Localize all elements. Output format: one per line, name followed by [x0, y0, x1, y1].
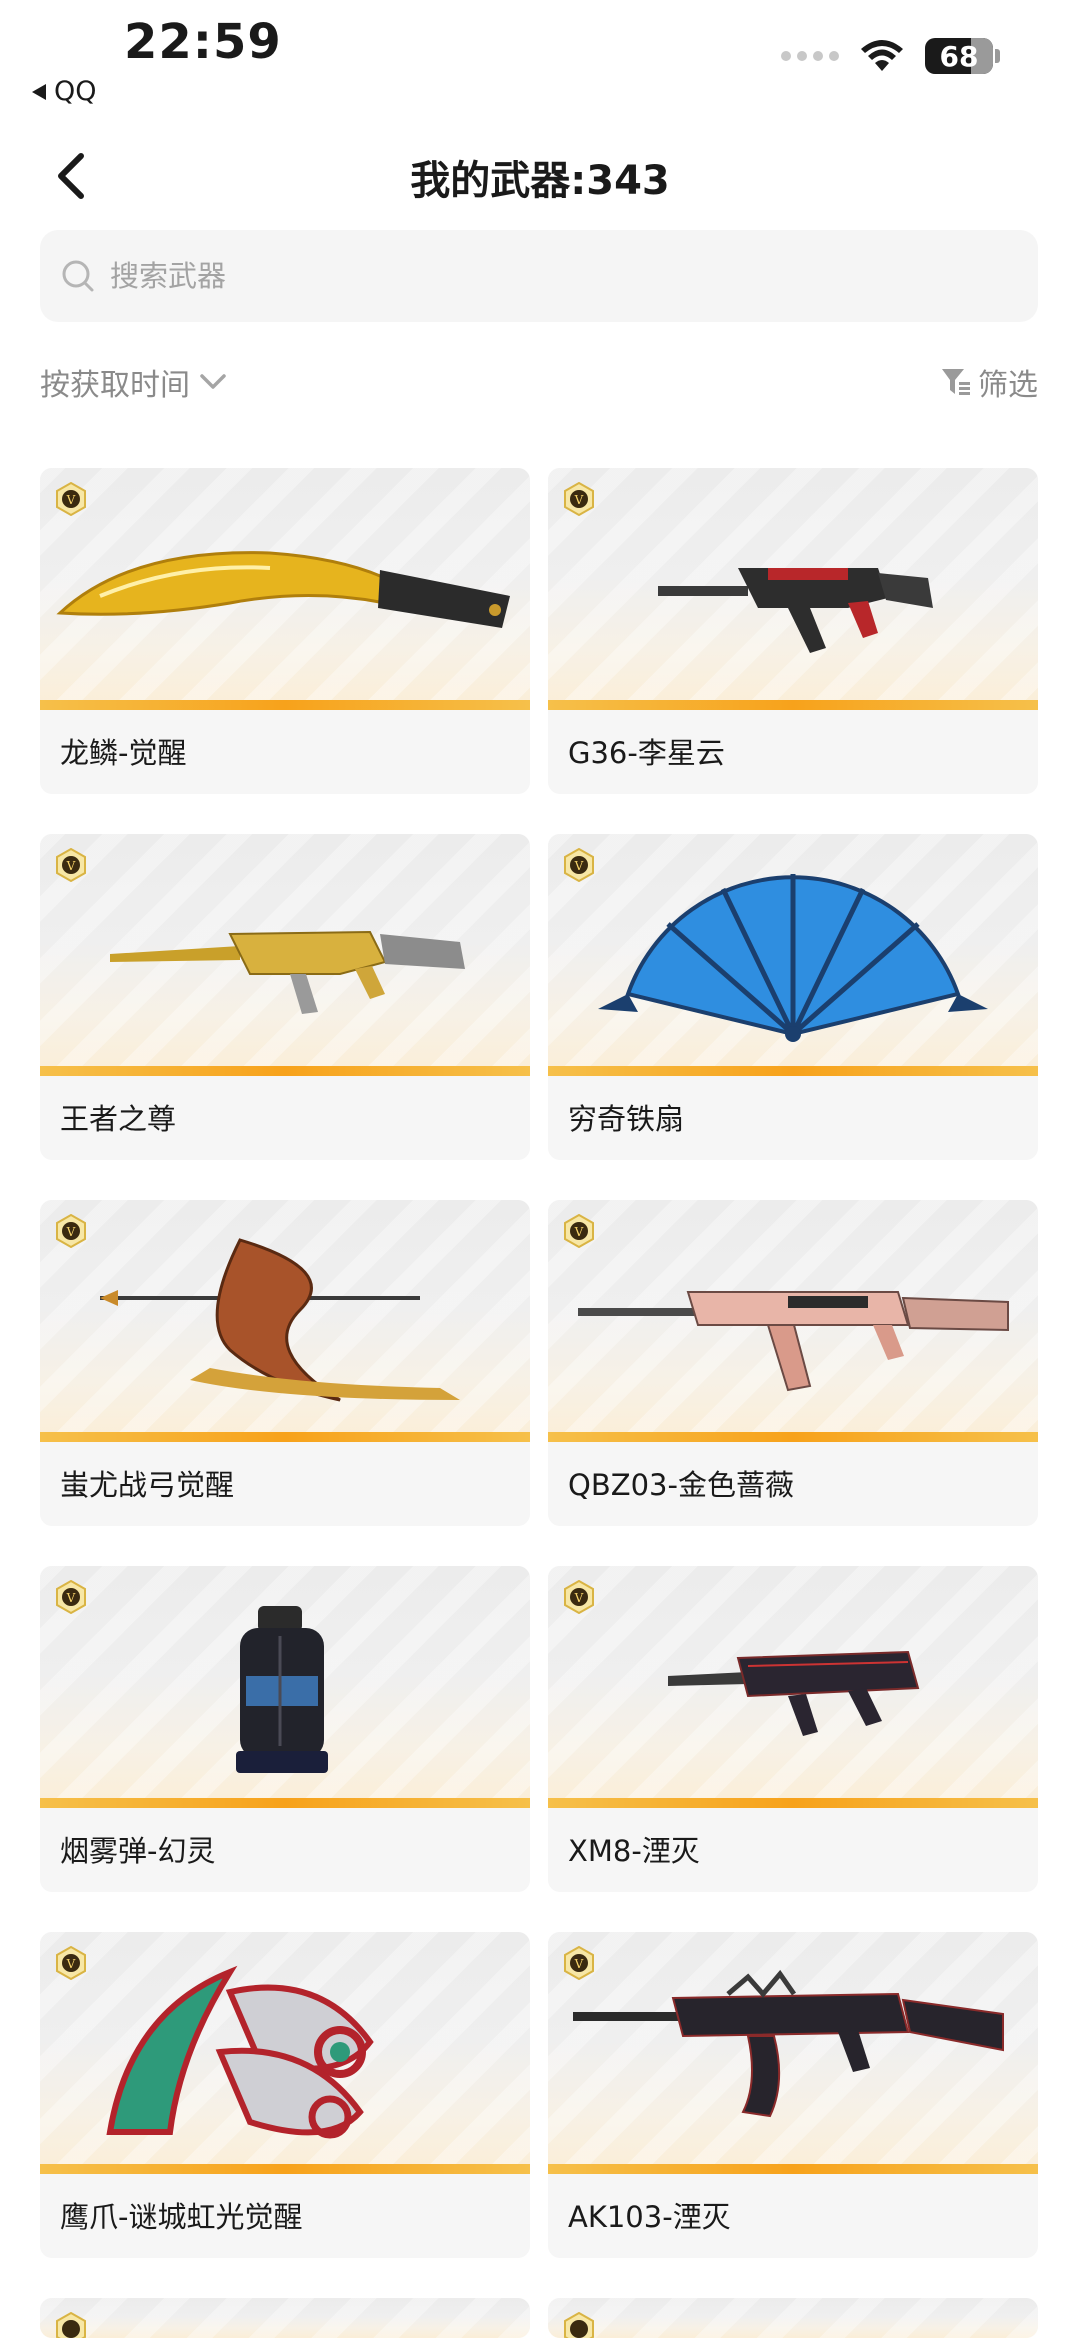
rifle-icon [668, 1650, 920, 1736]
search-box[interactable] [40, 230, 1038, 322]
weapon-card-partial[interactable] [40, 2298, 530, 2338]
battery-nub [995, 49, 1000, 63]
weapon-image [40, 2298, 530, 2338]
weapon-image: V [40, 834, 530, 1076]
weapon-image: V [548, 468, 1038, 710]
weapon-card[interactable]: V 鹰爪-谜城虹光觉醒 [40, 1932, 530, 2258]
v-badge-icon [564, 2312, 594, 2338]
card-accent-stripe [40, 1066, 530, 1076]
weapon-image: V [40, 1200, 530, 1442]
weapon-image: V [548, 1200, 1038, 1442]
svg-text:V: V [66, 493, 76, 507]
v-badge-icon: V [56, 1214, 86, 1248]
card-accent-stripe [40, 2164, 530, 2174]
v-badge-icon: V [564, 1946, 594, 1980]
weapon-card[interactable]: V G36-李星云 [548, 468, 1038, 794]
golden-kukri-icon [56, 551, 510, 628]
card-accent-stripe [548, 2164, 1038, 2174]
fan-icon [598, 874, 988, 1042]
v-badge-icon: V [564, 482, 594, 516]
weapon-card[interactable]: V QBZ03-金色蔷薇 [548, 1200, 1038, 1526]
rifle-icon [658, 568, 933, 653]
weapon-image [548, 2298, 1038, 2338]
nav-bar: 我的武器:343 [0, 130, 1080, 220]
weapon-card[interactable]: V 穷奇铁扇 [548, 834, 1038, 1160]
card-accent-stripe [548, 1798, 1038, 1808]
v-badge-icon: V [56, 848, 86, 882]
back-to-app-link[interactable]: QQ [32, 76, 97, 107]
weapon-name: 鹰爪-谜城虹光觉醒 [60, 2200, 303, 2234]
page-title: 我的武器:343 [410, 158, 670, 204]
back-app-label: QQ [54, 76, 97, 107]
svg-text:V: V [574, 493, 584, 507]
card-accent-stripe [40, 700, 530, 710]
card-accent-stripe [548, 1066, 1038, 1076]
v-badge-icon [56, 2312, 86, 2338]
weapon-name: 王者之尊 [60, 1102, 177, 1136]
svg-text:V: V [66, 1225, 76, 1239]
sort-label: 按获取时间 [40, 368, 190, 403]
back-triangle-icon [32, 83, 46, 100]
card-accent-stripe [40, 1432, 530, 1442]
ak-rifle-icon [573, 1969, 1004, 2118]
svg-text:V: V [66, 1957, 76, 1971]
weapon-name: AK103-湮灭 [568, 2200, 731, 2234]
status-time: 22:59 [124, 14, 282, 70]
golden-rifle-icon [110, 930, 465, 1014]
weapon-image: V [40, 468, 530, 710]
weapon-image: V [548, 1566, 1038, 1808]
battery-level: 68 [939, 39, 979, 73]
search-input[interactable] [108, 258, 1012, 294]
bow-icon [100, 1238, 460, 1402]
v-badge-icon: V [56, 1946, 86, 1980]
weapon-card[interactable]: V 王者之尊 [40, 834, 530, 1160]
weapon-image: V [548, 834, 1038, 1076]
weapon-card[interactable]: V 龙鳞-觉醒 [40, 468, 530, 794]
svg-text:V: V [574, 1591, 584, 1605]
v-badge-icon: V [564, 1580, 594, 1614]
grenade-icon [236, 1606, 328, 1773]
card-accent-stripe [548, 1432, 1038, 1442]
weapon-card-partial[interactable] [548, 2298, 1038, 2338]
svg-text:V: V [66, 859, 76, 873]
weapon-name: 穷奇铁扇 [568, 1102, 685, 1136]
weapon-card[interactable]: V 蚩尤战弓觉醒 [40, 1200, 530, 1526]
v-badge-icon: V [56, 1580, 86, 1614]
svg-text:V: V [574, 859, 584, 873]
chevron-down-icon [200, 374, 226, 389]
sort-filter-row: 按获取时间 筛选 [40, 360, 1038, 410]
svg-text:V: V [574, 1225, 584, 1239]
pink-rifle-icon [578, 1291, 1009, 1392]
weapon-name: 蚩尤战弓觉醒 [60, 1468, 235, 1502]
v-badge-icon: V [564, 1214, 594, 1248]
v-badge-icon: V [56, 482, 86, 516]
filter-icon [942, 369, 970, 395]
svg-text:V: V [574, 1957, 584, 1971]
status-indicators: 68 [781, 38, 1000, 74]
status-bar: 22:59 QQ 68 [0, 0, 1080, 120]
weapon-name: 烟雾弹-幻灵 [60, 1834, 216, 1868]
karambit-icon [106, 1965, 374, 2139]
weapon-card[interactable]: V XM8-湮灭 [548, 1566, 1038, 1892]
search-icon [60, 256, 100, 296]
sort-dropdown[interactable]: 按获取时间 [40, 360, 228, 404]
battery-icon: 68 [925, 38, 993, 74]
card-accent-stripe [548, 700, 1038, 710]
weapon-name: 龙鳞-觉醒 [60, 736, 187, 770]
wifi-icon [861, 40, 903, 71]
filter-label: 筛选 [978, 368, 1038, 403]
card-accent-stripe [40, 1798, 530, 1808]
weapon-card[interactable]: V 烟雾弹-幻灵 [40, 1566, 530, 1892]
weapon-image: V [548, 1932, 1038, 2174]
weapon-name: XM8-湮灭 [568, 1834, 700, 1868]
weapon-name: QBZ03-金色蔷薇 [568, 1468, 794, 1502]
weapon-card[interactable]: V AK103-湮灭 [548, 1932, 1038, 2258]
weapon-name: G36-李星云 [568, 736, 725, 770]
cellular-signal-icon [781, 51, 839, 61]
weapon-image: V [40, 1932, 530, 2174]
weapon-image: V [40, 1566, 530, 1808]
v-badge-icon: V [564, 848, 594, 882]
svg-text:V: V [66, 1591, 76, 1605]
filter-button[interactable]: 筛选 [940, 360, 1038, 404]
